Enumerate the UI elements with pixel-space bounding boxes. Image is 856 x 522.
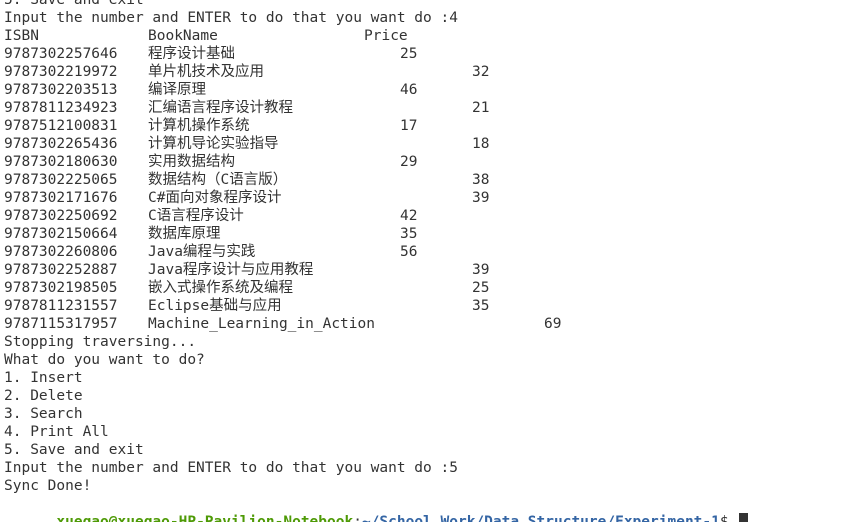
table-row: 9787302265436 计算机导论实验指导 18	[4, 135, 856, 153]
column-header-price: Price	[364, 28, 408, 44]
prompt-symbol: $	[719, 514, 738, 522]
price-cell: 25	[472, 280, 490, 296]
isbn-cell: 9787302198505	[4, 280, 118, 296]
terminal-window[interactable]: 5. Save and exit Input the number and EN…	[0, 0, 856, 522]
bookname-cell: Java程序设计与应用教程	[148, 262, 314, 278]
table-row: 9787115317957 Machine_Learning_in_Action 6…	[4, 315, 856, 333]
table-row: 9787302225065 数据结构（C语言版） 38	[4, 171, 856, 189]
isbn-cell: 9787811231557	[4, 298, 118, 314]
menu-option: 3. Search	[4, 406, 83, 422]
bookname-cell: 实用数据结构	[148, 154, 235, 170]
output-line: Input the number and ENTER to do that yo…	[4, 460, 458, 476]
menu-option: 4. Print All	[4, 424, 109, 440]
isbn-cell: 9787302225065	[4, 172, 118, 188]
price-cell: 69	[544, 316, 562, 332]
isbn-cell: 9787302203513	[4, 82, 118, 98]
output-line: What do you want to do?	[4, 352, 205, 368]
isbn-cell: 9787302219972	[4, 64, 118, 80]
table-row: 9787302150664 数据库原理 35	[4, 225, 856, 243]
isbn-cell: 9787302252887	[4, 262, 118, 278]
price-cell: 39	[472, 190, 490, 206]
shell-prompt[interactable]: xuegao@xuegao-HP-Pavilion-Notebook:~/Sch…	[4, 495, 856, 522]
price-cell: 18	[472, 136, 490, 152]
table-row: 9787811234923 汇编语言程序设计教程 21	[4, 99, 856, 117]
isbn-cell: 9787302171676	[4, 190, 118, 206]
table-row: 9787302260806 Java编程与实践 56	[4, 243, 856, 261]
bookname-cell: 程序设计基础	[148, 46, 235, 62]
price-cell: 56	[400, 244, 418, 260]
price-cell: 29	[400, 154, 418, 170]
isbn-cell: 9787302265436	[4, 136, 118, 152]
output-line: Input the number and ENTER to do that yo…	[4, 10, 458, 26]
terminal-output: 5. Save and exit Input the number and EN…	[4, 0, 856, 522]
price-cell: 42	[400, 208, 418, 224]
bookname-cell: 数据结构（C语言版）	[148, 172, 288, 188]
price-cell: 39	[472, 262, 490, 278]
isbn-cell: 9787115317957	[4, 316, 118, 332]
price-cell: 21	[472, 100, 490, 116]
column-header-bookname: BookName	[148, 28, 218, 44]
column-header-isbn: ISBN	[4, 28, 39, 44]
table-row: 9787302257646 程序设计基础 25	[4, 45, 856, 63]
price-cell: 38	[472, 172, 490, 188]
output-line: 5. Save and exit	[4, 0, 144, 8]
table-row: 9787302219972 单片机技术及应用 32	[4, 63, 856, 81]
menu-option: 2. Delete	[4, 388, 83, 404]
table-row: 9787302171676 C#面向对象程序设计 39	[4, 189, 856, 207]
isbn-cell: 9787302260806	[4, 244, 118, 260]
table-body: 9787302257646 程序设计基础 25 9787302219972 单片机技术及…	[4, 45, 856, 333]
price-cell: 35	[400, 226, 418, 242]
isbn-cell: 9787512100831	[4, 118, 118, 134]
bookname-cell: Java编程与实践	[148, 244, 256, 260]
table-row: 9787302198505 嵌入式操作系统及编程 25	[4, 279, 856, 297]
isbn-cell: 9787302257646	[4, 46, 118, 62]
bookname-cell: 编译原理	[148, 82, 206, 98]
table-row: 9787302203513 编译原理 46	[4, 81, 856, 99]
bookname-cell: 计算机导论实验指导	[148, 136, 279, 152]
prompt-separator: :	[353, 514, 362, 522]
bookname-cell: 汇编语言程序设计教程	[148, 100, 293, 116]
price-cell: 35	[472, 298, 490, 314]
table-row: 9787512100831 计算机操作系统 17	[4, 117, 856, 135]
table-row: 9787302250692 C语言程序设计 42	[4, 207, 856, 225]
bookname-cell: 计算机操作系统	[148, 118, 250, 134]
bookname-cell: Eclipse基础与应用	[148, 298, 282, 314]
table-header: ISBN BookName Price	[4, 27, 856, 45]
menu-option: 1. Insert	[4, 370, 83, 386]
table-row: 9787811231557 Eclipse基础与应用 35	[4, 297, 856, 315]
isbn-cell: 9787302180630	[4, 154, 118, 170]
bookname-cell: 数据库原理	[148, 226, 221, 242]
table-row: 9787302252887 Java程序设计与应用教程 39	[4, 261, 856, 279]
output-line: Stopping traversing...	[4, 334, 197, 350]
bookname-cell: C#面向对象程序设计	[148, 190, 282, 206]
price-cell: 17	[400, 118, 418, 134]
isbn-cell: 9787302150664	[4, 226, 118, 242]
bookname-cell: C语言程序设计	[148, 208, 244, 224]
text-cursor	[739, 513, 749, 522]
bookname-cell: 嵌入式操作系统及编程	[148, 280, 293, 296]
bookname-cell: 单片机技术及应用	[148, 64, 264, 80]
price-cell: 32	[472, 64, 490, 80]
prompt-path: ~/School_Work/Data_Structure/Experiment-…	[361, 514, 720, 522]
prompt-user-host: xuegao@xuegao-HP-Pavilion-Notebook	[56, 514, 354, 522]
menu-option: 5. Save and exit	[4, 442, 144, 458]
bookname-cell: Machine_Learning_in_Action	[148, 316, 375, 332]
isbn-cell: 9787302250692	[4, 208, 118, 224]
price-cell: 46	[400, 82, 418, 98]
isbn-cell: 9787811234923	[4, 100, 118, 116]
price-cell: 25	[400, 46, 418, 62]
table-row: 9787302180630 实用数据结构 29	[4, 153, 856, 171]
output-line: Sync Done!	[4, 478, 92, 494]
